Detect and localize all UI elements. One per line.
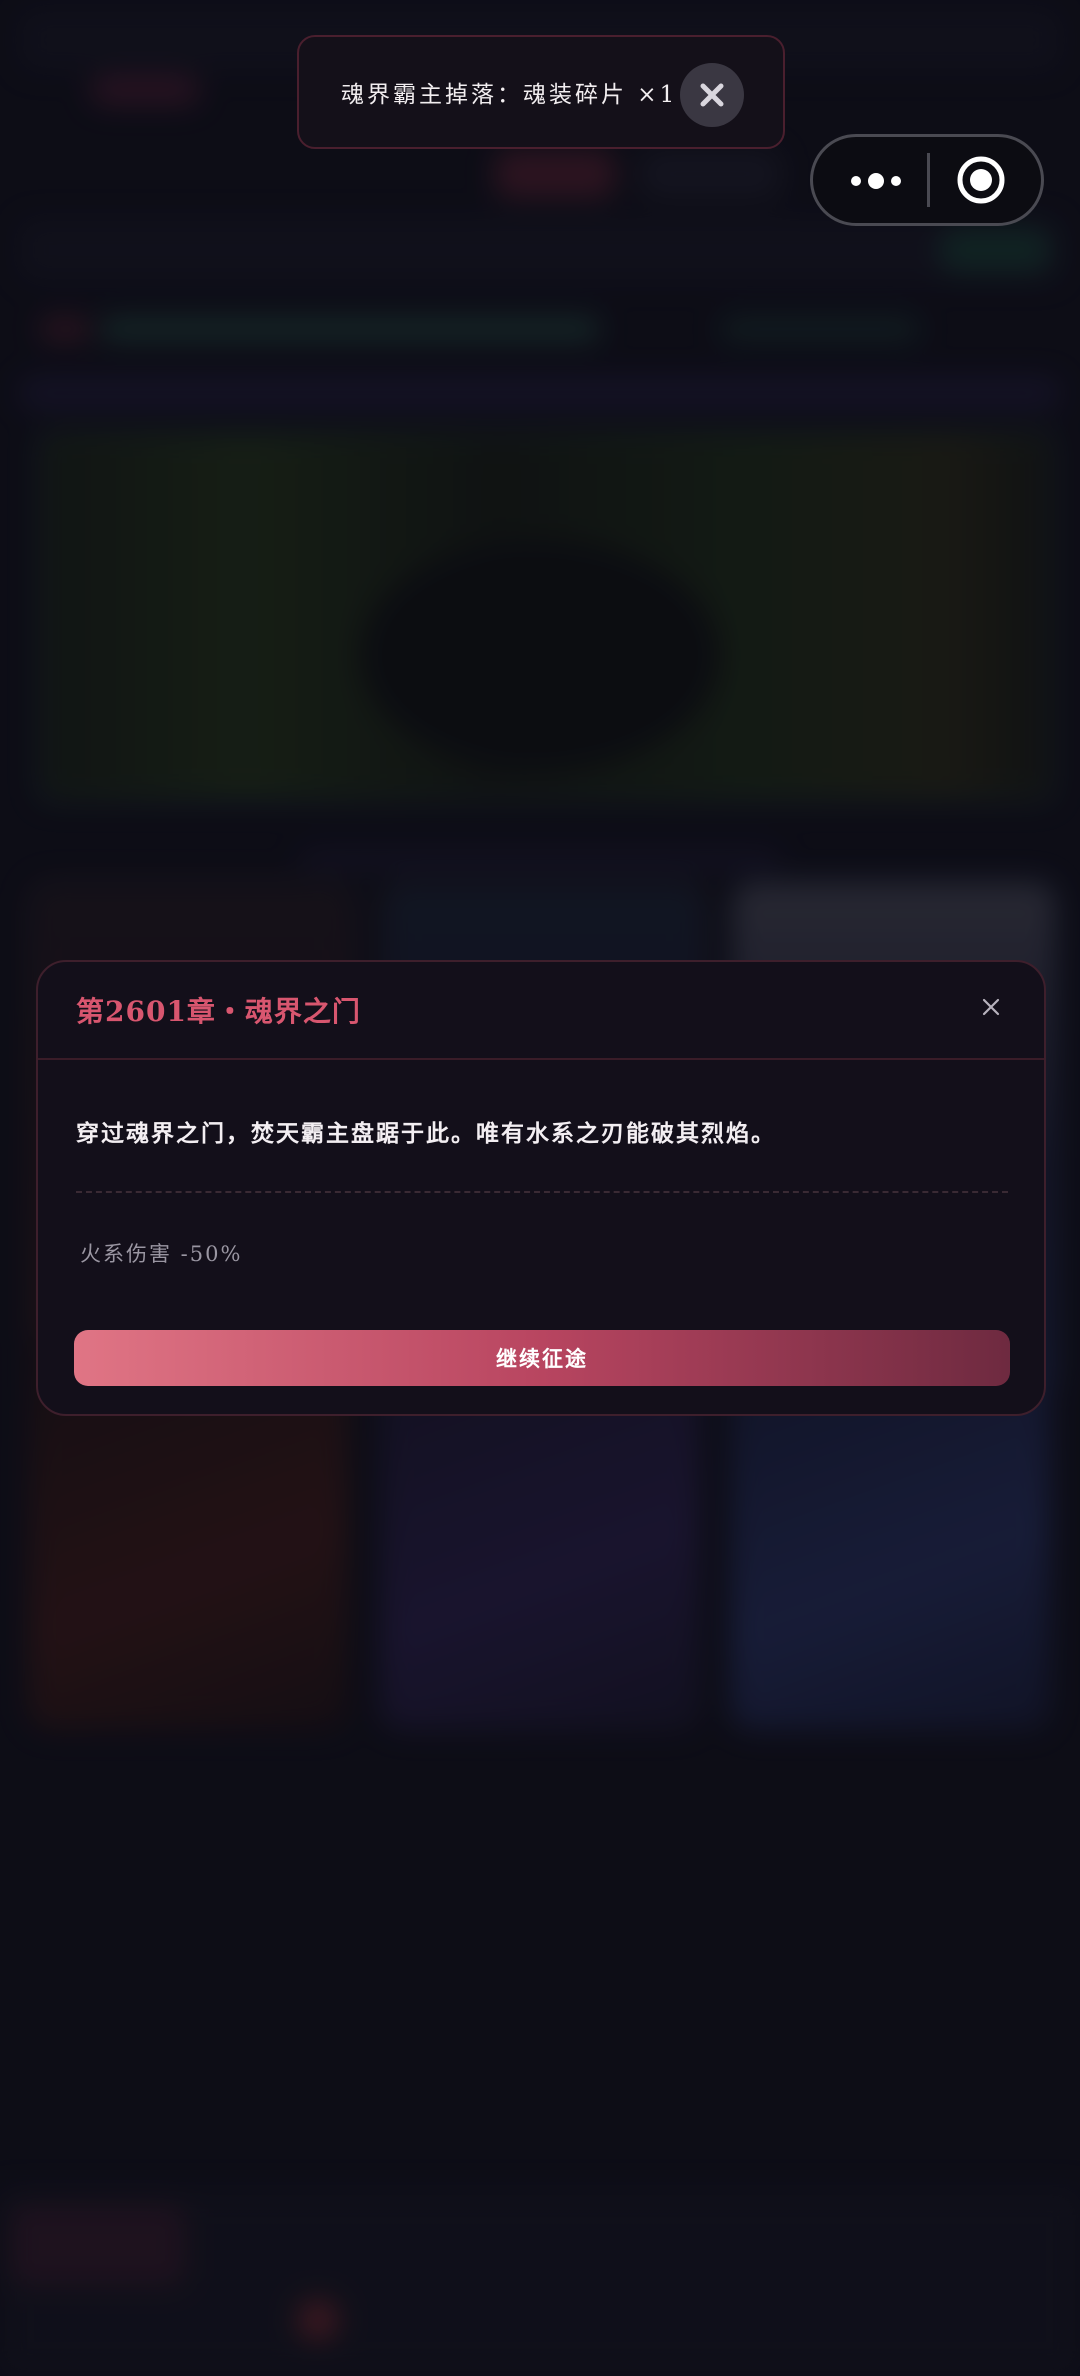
miniprogram-capsule — [810, 134, 1044, 226]
close-icon — [982, 998, 1000, 1016]
more-dots-icon — [851, 176, 861, 186]
capsule-divider — [927, 153, 930, 207]
continue-button-label: 继续征途 — [496, 1346, 588, 1371]
more-dots-icon — [891, 176, 901, 186]
chapter-description: 穿过魂界之门，焚天霸主盘踞于此。唯有水系之刃能破其烈焰。 — [76, 1120, 776, 1147]
chapter-effect: 火系伤害 -50% — [80, 1242, 243, 1266]
toast-message: 魂界霸主掉落：魂装碎片 ×1 — [341, 82, 678, 108]
dialog-title: 第2601章・魂界之门 — [76, 995, 361, 1028]
more-dots-icon — [868, 173, 884, 189]
dialog-header: 第2601章・魂界之门 — [38, 962, 1044, 1060]
more-button[interactable] — [831, 155, 921, 207]
close-icon — [700, 83, 724, 107]
target-circle-icon[interactable] — [953, 152, 1009, 208]
game-screen: 魂界霸主掉落：魂装碎片 ×1 第2601章・魂界之门 穿过魂界之门，焚天霸主盘踞… — [0, 0, 1080, 2376]
continue-button[interactable]: 继续征途 — [74, 1330, 1010, 1386]
dashed-divider — [76, 1191, 1008, 1193]
drop-toast: 魂界霸主掉落：魂装碎片 ×1 — [297, 35, 785, 149]
toast-close-button[interactable] — [680, 63, 744, 127]
chapter-dialog: 第2601章・魂界之门 穿过魂界之门，焚天霸主盘踞于此。唯有水系之刃能破其烈焰。… — [36, 960, 1046, 1416]
dialog-close-button[interactable] — [976, 992, 1006, 1022]
